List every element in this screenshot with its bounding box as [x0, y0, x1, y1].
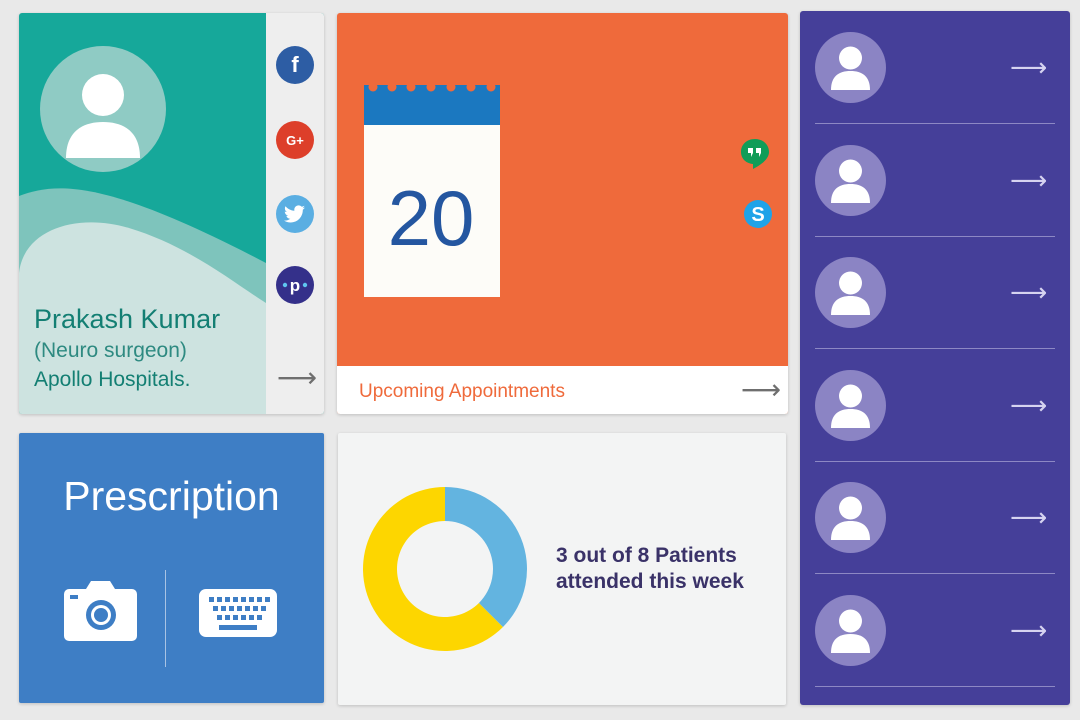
- calendar-day: 20: [387, 174, 475, 262]
- profile-hospital: Apollo Hospitals.: [34, 368, 191, 391]
- patients-attendance-card: 3 out of 8 Patients attended this week: [338, 433, 786, 705]
- profile-role: (Neuro surgeon): [34, 339, 187, 362]
- contact-arrow-icon[interactable]: ⟶: [1010, 54, 1047, 80]
- svg-text:S: S: [751, 204, 764, 226]
- contact-row[interactable]: ⟶: [815, 574, 1055, 687]
- profile-arrow-icon[interactable]: ⟶: [277, 364, 317, 392]
- profile-name: Prakash Kumar: [34, 304, 221, 334]
- contact-avatar: [815, 144, 886, 216]
- contact-row[interactable]: ⟶: [815, 124, 1055, 237]
- hangouts-icon[interactable]: [740, 138, 770, 169]
- profile-avatar[interactable]: [40, 46, 166, 172]
- facebook-icon[interactable]: f: [276, 46, 314, 84]
- contacts-card: ⟶ ⟶ ⟶ ⟶ ⟶ ⟶: [800, 11, 1070, 705]
- contact-avatar: [815, 594, 886, 666]
- google-plus-icon[interactable]: G+: [276, 121, 314, 159]
- contact-avatar: [815, 257, 886, 328]
- contact-row[interactable]: ⟶: [815, 461, 1055, 574]
- contact-avatar: [815, 32, 886, 103]
- donut-attended-segment: [445, 487, 527, 627]
- contact-row[interactable]: ⟶: [815, 11, 1055, 124]
- user-icon: [831, 384, 870, 428]
- user-icon: [831, 609, 870, 653]
- patients-summary-line2: attended this week: [556, 570, 744, 593]
- twitter-icon[interactable]: [276, 195, 314, 233]
- attendance-donut-chart: [363, 487, 527, 651]
- patients-summary-text: 3 out of 8 Patients attended this week: [556, 543, 744, 595]
- user-icon: [66, 74, 140, 158]
- profile-card: Prakash Kumar (Neuro surgeon) Apollo Hos…: [19, 13, 324, 414]
- contact-avatar: [815, 369, 886, 441]
- prescription-divider: [165, 570, 166, 667]
- contact-arrow-icon[interactable]: ⟶: [1010, 617, 1047, 643]
- user-icon: [831, 496, 870, 540]
- user-icon: [831, 271, 870, 315]
- appointments-card[interactable]: 20 S Upcoming Appointments ⟶: [337, 13, 788, 414]
- contact-arrow-icon[interactable]: ⟶: [1010, 392, 1047, 418]
- user-icon: [831, 46, 870, 90]
- contact-arrow-icon[interactable]: ⟶: [1010, 167, 1047, 193]
- contact-avatar: [815, 482, 886, 553]
- patients-summary-line1: 3 out of 8 Patients: [556, 544, 737, 567]
- prescription-title: Prescription: [63, 473, 280, 519]
- keyboard-icon[interactable]: [199, 589, 277, 637]
- camera-icon[interactable]: [64, 581, 137, 643]
- contact-row[interactable]: ⟶: [815, 349, 1055, 462]
- prescription-card: Prescription: [19, 433, 324, 703]
- skype-icon[interactable]: S: [742, 198, 772, 228]
- calendar-icon: 20: [364, 83, 500, 299]
- upcoming-appointments-label: Upcoming Appointments: [359, 381, 565, 402]
- contact-row[interactable]: ⟶: [815, 236, 1055, 349]
- contact-arrow-icon[interactable]: ⟶: [1010, 504, 1047, 530]
- appointments-footer[interactable]: Upcoming Appointments ⟶: [337, 366, 788, 414]
- svg-text:p: p: [290, 276, 300, 295]
- pinboard-icon[interactable]: p: [276, 266, 314, 304]
- user-icon: [831, 159, 870, 203]
- contact-arrow-icon[interactable]: ⟶: [1010, 279, 1047, 305]
- appointments-arrow-icon[interactable]: ⟶: [741, 376, 781, 404]
